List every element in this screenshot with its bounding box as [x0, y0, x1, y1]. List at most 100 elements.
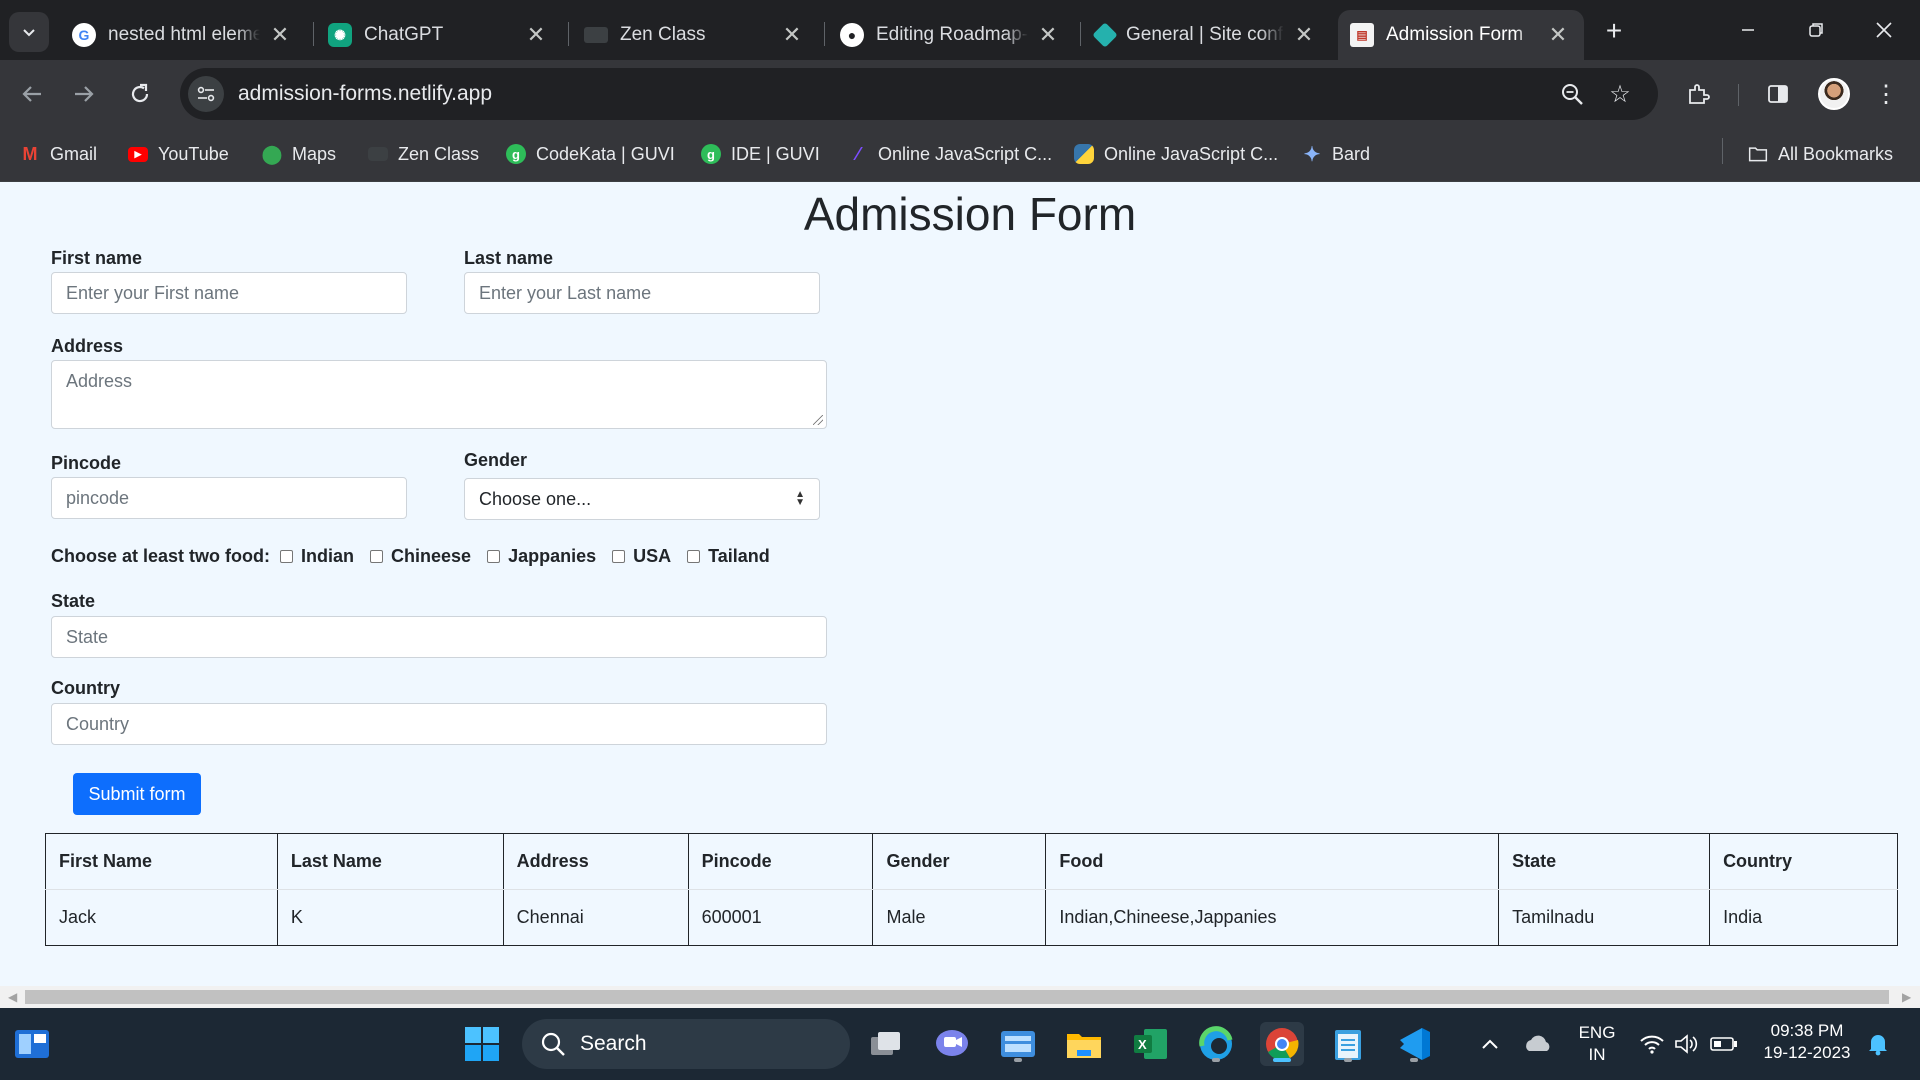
all-bookmarks-button[interactable]: All Bookmarks — [1748, 138, 1893, 170]
file-explorer-icon[interactable] — [1062, 1022, 1106, 1066]
bookmark-youtube[interactable]: ▶ YouTube — [128, 138, 229, 170]
first-name-input[interactable]: Enter your First name — [51, 272, 407, 314]
address-label: Address — [51, 336, 124, 356]
virtual-keyboard-app-icon[interactable] — [996, 1022, 1040, 1066]
state-input[interactable]: State — [51, 616, 827, 658]
teams-chat-icon[interactable] — [930, 1022, 974, 1066]
excel-icon[interactable]: X — [1128, 1022, 1172, 1066]
bookmark-codekata[interactable]: g CodeKata | GUVI — [506, 138, 675, 170]
tab-search-button[interactable] — [9, 12, 49, 52]
tab-admission-form[interactable]: ▤ Admission Form ✕ — [1338, 10, 1584, 60]
food-option-indian[interactable]: Indian — [280, 546, 354, 567]
reload-icon — [131, 83, 149, 103]
notepad-icon[interactable] — [1326, 1022, 1370, 1066]
food-option-jappanies[interactable]: Jappanies — [487, 546, 596, 567]
food-option-chineese[interactable]: Chineese — [370, 546, 471, 567]
guvi-icon: g — [506, 144, 526, 164]
bookmark-maps[interactable]: ⬤ Maps — [262, 138, 336, 170]
zoom-icon[interactable] — [1556, 78, 1588, 110]
close-icon[interactable]: ✕ — [268, 22, 292, 48]
chrome-browser-icon[interactable] — [1260, 1022, 1304, 1066]
profile-avatar[interactable] — [1818, 78, 1850, 110]
github-icon: ● — [840, 23, 864, 47]
restore-icon — [1809, 23, 1823, 37]
bookmark-ide-guvi[interactable]: g IDE | GUVI — [701, 138, 820, 170]
clock[interactable]: 09:38 PM 19-12-2023 — [1752, 1020, 1862, 1064]
reload-button[interactable] — [122, 76, 158, 112]
close-icon[interactable]: ✕ — [1292, 22, 1316, 48]
checkbox[interactable] — [612, 550, 626, 563]
onedrive-cloud-icon[interactable] — [1516, 1022, 1560, 1066]
vscode-icon[interactable] — [1392, 1022, 1436, 1066]
tab-nested-html[interactable]: G nested html eleme ✕ — [60, 10, 306, 60]
battery-icon[interactable] — [1702, 1022, 1746, 1066]
tab-editing-roadmap[interactable]: ● Editing Roadmap-l ✕ — [828, 10, 1074, 60]
tab-zen-class[interactable]: Zen Class ✕ — [572, 10, 818, 60]
close-icon[interactable]: ✕ — [1036, 22, 1060, 48]
country-placeholder: Country — [66, 713, 130, 734]
last-name-input[interactable]: Enter your Last name — [464, 272, 820, 314]
close-icon[interactable]: ✕ — [1546, 22, 1570, 48]
submit-form-button[interactable]: Submit form — [73, 773, 201, 815]
address-placeholder: Address — [66, 371, 133, 391]
url-text[interactable]: admission-forms.netlify.app — [238, 82, 492, 106]
scroll-left-arrow-icon[interactable]: ◀ — [8, 990, 17, 1004]
edge-browser-icon[interactable] — [1194, 1022, 1238, 1066]
bookmark-gmail[interactable]: M Gmail — [20, 138, 98, 170]
bookmark-online-js-2[interactable]: Online JavaScript C... — [1074, 138, 1278, 170]
restore-button[interactable] — [1786, 10, 1846, 50]
pincode-input[interactable]: pincode — [51, 477, 407, 519]
new-tab-button[interactable]: + — [1598, 16, 1630, 48]
back-button[interactable] — [14, 76, 50, 112]
country-input[interactable]: Country — [51, 703, 827, 745]
last-name-placeholder: Enter your Last name — [479, 282, 652, 303]
language-indicator[interactable]: ENG IN — [1572, 1022, 1622, 1066]
task-view-icon[interactable] — [864, 1022, 908, 1066]
site-info-icon[interactable] — [188, 76, 224, 112]
python-icon — [1074, 144, 1094, 164]
horizontal-scrollbar[interactable]: ◀ ▶ — [0, 986, 1920, 1008]
close-icon[interactable]: ✕ — [780, 22, 804, 48]
state-label: State — [51, 591, 96, 611]
scrollbar-thumb[interactable] — [25, 990, 1889, 1004]
bookmark-online-js-1[interactable]: ⁄ Online JavaScript C... — [848, 138, 1052, 170]
bookmark-zen-class[interactable]: Zen Class — [368, 138, 479, 170]
netlify-icon — [1092, 22, 1118, 48]
bookmarks-bar: M Gmail ▶ YouTube ⬤ Maps Zen Class g Cod… — [0, 128, 1920, 182]
food-option-usa[interactable]: USA — [612, 546, 671, 567]
table-row: Jack K Chennai 600001 Male Indian,Chinee… — [45, 889, 1898, 946]
gender-label: Gender — [464, 450, 528, 470]
food-option-tailand[interactable]: Tailand — [687, 546, 770, 567]
checkbox[interactable] — [487, 550, 501, 563]
tab-site-config[interactable]: General | Site confi ✕ — [1084, 10, 1330, 60]
gender-select[interactable]: Choose one... ▲ ▼ — [464, 478, 820, 520]
resize-handle-icon[interactable] — [813, 415, 823, 425]
food-option-label: Jappanies — [508, 546, 597, 566]
bookmark-star-icon[interactable]: ☆ — [1604, 78, 1636, 110]
address-bar[interactable]: admission-forms.netlify.app ☆ — [180, 68, 1658, 120]
clock-time: 09:38 PM — [1770, 1021, 1844, 1040]
forward-button[interactable] — [66, 76, 102, 112]
column-header: State — [1498, 833, 1711, 890]
close-icon[interactable]: ✕ — [524, 22, 548, 48]
side-panel-icon[interactable] — [1760, 76, 1796, 112]
menu-kebab-icon[interactable]: ⋮ — [1868, 76, 1904, 112]
checkbox[interactable] — [370, 550, 384, 563]
widgets-icon[interactable] — [10, 1022, 54, 1066]
notification-bell-icon[interactable] — [1856, 1022, 1900, 1066]
extensions-icon[interactable] — [1680, 76, 1716, 112]
window-close-button[interactable] — [1854, 10, 1914, 50]
taskbar-search-box[interactable]: Search — [522, 1019, 850, 1069]
address-textarea[interactable]: Address — [51, 360, 827, 429]
minimize-button[interactable] — [1718, 10, 1778, 50]
show-hidden-icons-chevron-icon[interactable] — [1468, 1022, 1512, 1066]
tab-chatgpt[interactable]: ✺ ChatGPT ✕ — [316, 10, 562, 60]
bookmark-label: All Bookmarks — [1778, 143, 1894, 164]
tab-title: Editing Roadmap-l — [876, 24, 1028, 45]
scroll-right-arrow-icon[interactable]: ▶ — [1902, 990, 1911, 1004]
start-windows-icon[interactable] — [460, 1022, 504, 1066]
bookmark-bard[interactable]: ✦ Bard — [1302, 138, 1370, 170]
checkbox[interactable] — [687, 550, 701, 563]
active-indicator — [1273, 1058, 1291, 1062]
checkbox[interactable] — [280, 550, 294, 563]
